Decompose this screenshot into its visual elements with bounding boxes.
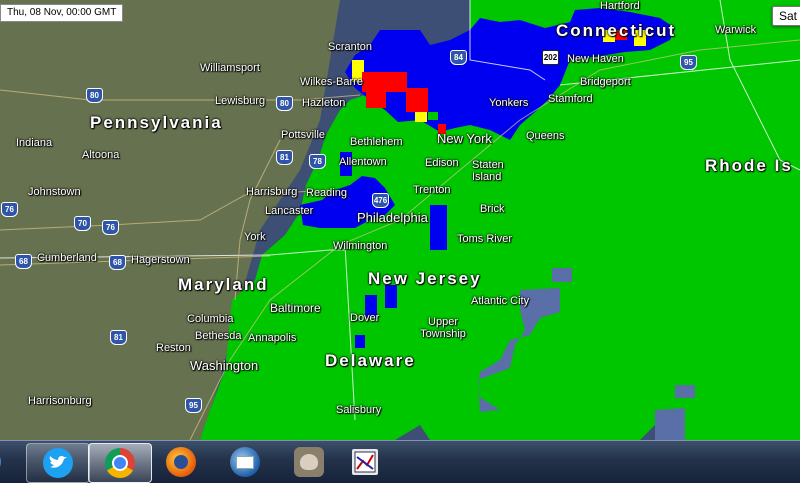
thunderbird-icon bbox=[230, 447, 260, 477]
city-label: Bridgeport bbox=[580, 76, 631, 88]
highway-shield: 76 bbox=[1, 202, 18, 217]
city-label: Harrisburg bbox=[246, 186, 298, 198]
twitter-bird-icon bbox=[43, 448, 73, 478]
city-label: Hagerstown bbox=[131, 254, 190, 266]
city-label: Harrisonburg bbox=[28, 395, 92, 407]
taskbar-app-firefox[interactable] bbox=[150, 443, 212, 481]
city-label: Queens bbox=[526, 130, 565, 142]
city-label: Edison bbox=[425, 157, 459, 169]
state-label-rhode-island: Rhode Is bbox=[705, 156, 793, 175]
city-label: Lewisburg bbox=[215, 95, 266, 107]
firefox-icon bbox=[166, 447, 196, 477]
radar-map[interactable]: Thu, 08 Nov, 00:00 GMT Sat Pennsylvania … bbox=[0, 0, 800, 440]
taskbar bbox=[0, 440, 800, 483]
taskbar-app-chrome[interactable] bbox=[88, 443, 152, 483]
city-label: New Haven bbox=[567, 53, 624, 65]
state-label-pennsylvania: Pennsylvania bbox=[90, 113, 223, 132]
city-label: Wilmington bbox=[333, 240, 388, 252]
highway-shield: 84 bbox=[450, 50, 467, 65]
timestamp-label: Thu, 08 Nov, 00:00 GMT bbox=[0, 4, 124, 22]
city-label: Hartford bbox=[600, 0, 640, 12]
city-label: Warwick bbox=[715, 24, 757, 36]
highway-shield: 68 bbox=[15, 254, 32, 269]
highway-shield: 81 bbox=[110, 330, 127, 345]
city-label: Upper Township bbox=[420, 316, 466, 340]
city-label: Pottsville bbox=[281, 129, 326, 141]
city-label: Annapolis bbox=[248, 332, 297, 344]
highway-shield: 95 bbox=[680, 55, 697, 70]
city-label: Trenton bbox=[413, 184, 451, 196]
city-label: Stamford bbox=[548, 93, 593, 105]
highway-shield: 202 bbox=[542, 50, 559, 65]
start-button[interactable] bbox=[0, 443, 6, 481]
city-label: Reading bbox=[306, 187, 347, 199]
gimp-icon bbox=[294, 447, 324, 477]
city-label: Baltimore bbox=[270, 301, 321, 315]
city-label: York bbox=[244, 231, 266, 243]
city-label: Lancaster bbox=[265, 205, 314, 217]
highway-shield: 78 bbox=[309, 154, 326, 169]
city-label: Columbia bbox=[187, 313, 234, 325]
city-label: Brick bbox=[480, 203, 505, 215]
city-label: Reston bbox=[156, 342, 191, 354]
taskbar-app-twitter[interactable] bbox=[26, 443, 90, 483]
highway-shield: 80 bbox=[276, 96, 293, 111]
city-label: Wilkes-Barre bbox=[300, 76, 363, 88]
radar-app-icon bbox=[352, 449, 378, 475]
chrome-icon bbox=[105, 448, 135, 478]
state-label-maryland: Maryland bbox=[178, 275, 269, 294]
city-label: Atlantic City bbox=[471, 295, 530, 307]
satellite-layer-button[interactable]: Sat bbox=[772, 6, 800, 26]
city-label: New York bbox=[437, 131, 492, 146]
city-label: Hazleton bbox=[302, 97, 346, 109]
taskbar-app-thunderbird[interactable] bbox=[214, 443, 276, 481]
city-label: Yonkers bbox=[489, 97, 529, 109]
city-label: Cumberland bbox=[37, 252, 97, 264]
city-label: Allentown bbox=[339, 156, 387, 168]
highway-shield: 76 bbox=[102, 220, 119, 235]
city-label: Staten Island bbox=[472, 159, 504, 183]
city-label: Williamsport bbox=[200, 62, 260, 74]
taskbar-app-radar[interactable] bbox=[334, 443, 396, 481]
state-label-new-jersey: New Jersey bbox=[368, 269, 482, 288]
city-label: Dover bbox=[350, 312, 380, 324]
highway-shield: 95 bbox=[185, 398, 202, 413]
city-label: Toms River bbox=[457, 233, 513, 245]
city-label: Bethesda bbox=[195, 330, 242, 342]
highway-shield: 476 bbox=[372, 193, 389, 208]
city-label: Johnstown bbox=[28, 186, 81, 198]
city-label: Scranton bbox=[328, 41, 373, 53]
state-label-delaware: Delaware bbox=[325, 351, 416, 370]
highway-shield: 81 bbox=[276, 150, 293, 165]
highway-shield: 80 bbox=[86, 88, 103, 103]
city-label: Philadelphia bbox=[357, 210, 428, 225]
state-label-connecticut: Connecticut bbox=[556, 21, 677, 40]
city-label: Indiana bbox=[16, 137, 53, 149]
city-label: Washington bbox=[190, 358, 259, 373]
taskbar-app-gimp[interactable] bbox=[278, 443, 340, 481]
highway-shield: 68 bbox=[109, 255, 126, 270]
windows-orb-icon bbox=[0, 449, 1, 475]
highway-shield: 70 bbox=[74, 216, 91, 231]
city-label: Salisbury bbox=[336, 404, 382, 416]
city-label: Altoona bbox=[82, 149, 120, 161]
city-label: Bethlehem bbox=[350, 136, 403, 148]
